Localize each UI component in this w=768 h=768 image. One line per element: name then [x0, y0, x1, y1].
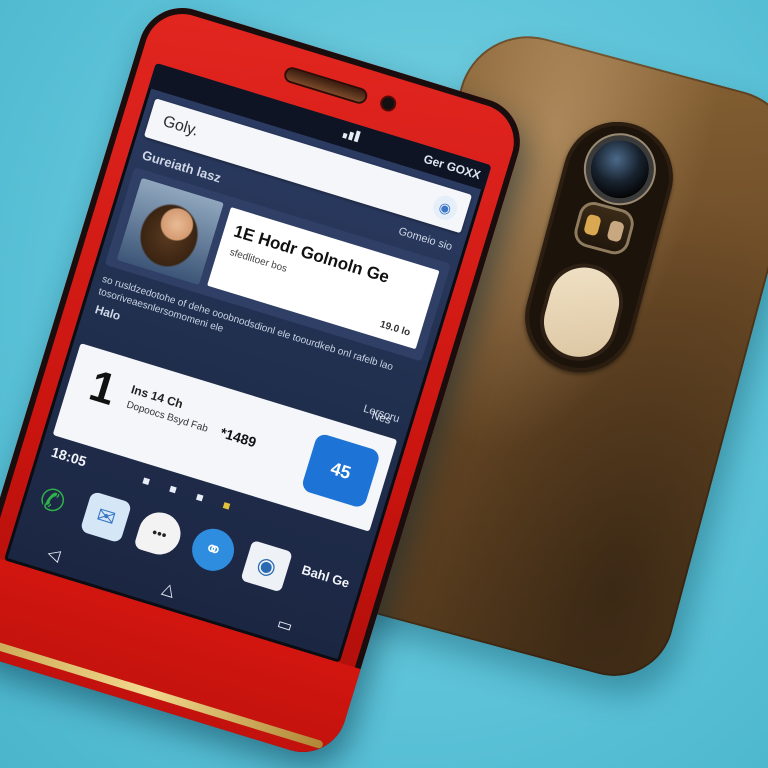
- voice-search-icon[interactable]: ◉: [430, 192, 461, 223]
- gold-trim: [0, 634, 324, 750]
- phone-icon[interactable]: ✆: [26, 474, 78, 526]
- widget-price: *1489: [218, 424, 259, 451]
- fingerprint-sensor: [536, 259, 628, 365]
- product-photo: Ger GOXX Goly. ◉ Gureiath lasz Gomeio si…: [0, 0, 768, 768]
- signal-icon: [342, 127, 361, 143]
- search-text: Goly.: [160, 112, 201, 140]
- page-dot: [142, 477, 150, 486]
- recent-apps-icon[interactable]: ▭: [275, 613, 295, 637]
- camera-icon[interactable]: ◉: [240, 539, 293, 593]
- page-dot: [195, 493, 204, 502]
- dock-label: Bahl Ge: [299, 562, 352, 591]
- messages-icon[interactable]: ✉: [79, 490, 133, 544]
- front-camera: [380, 96, 396, 112]
- card-meta: 19.0 lo: [378, 319, 412, 339]
- camera-module: [512, 109, 686, 385]
- chat-icon[interactable]: •••: [133, 507, 186, 560]
- side-label: Halo: [93, 302, 123, 324]
- flash-icon: [574, 202, 634, 254]
- browser-icon[interactable]: ⚭: [186, 523, 240, 577]
- back-icon[interactable]: ◁: [45, 543, 63, 566]
- card-photo: [116, 177, 224, 286]
- page-dot: [169, 485, 177, 494]
- earpiece-speaker: [284, 67, 367, 104]
- page-dot-active: [222, 502, 231, 510]
- camera-lens: [584, 133, 656, 205]
- home-icon[interactable]: △: [160, 578, 178, 601]
- widget-badge[interactable]: 45: [300, 432, 382, 510]
- widget-number: 1: [83, 360, 122, 416]
- clock-label: 18:05: [49, 443, 89, 470]
